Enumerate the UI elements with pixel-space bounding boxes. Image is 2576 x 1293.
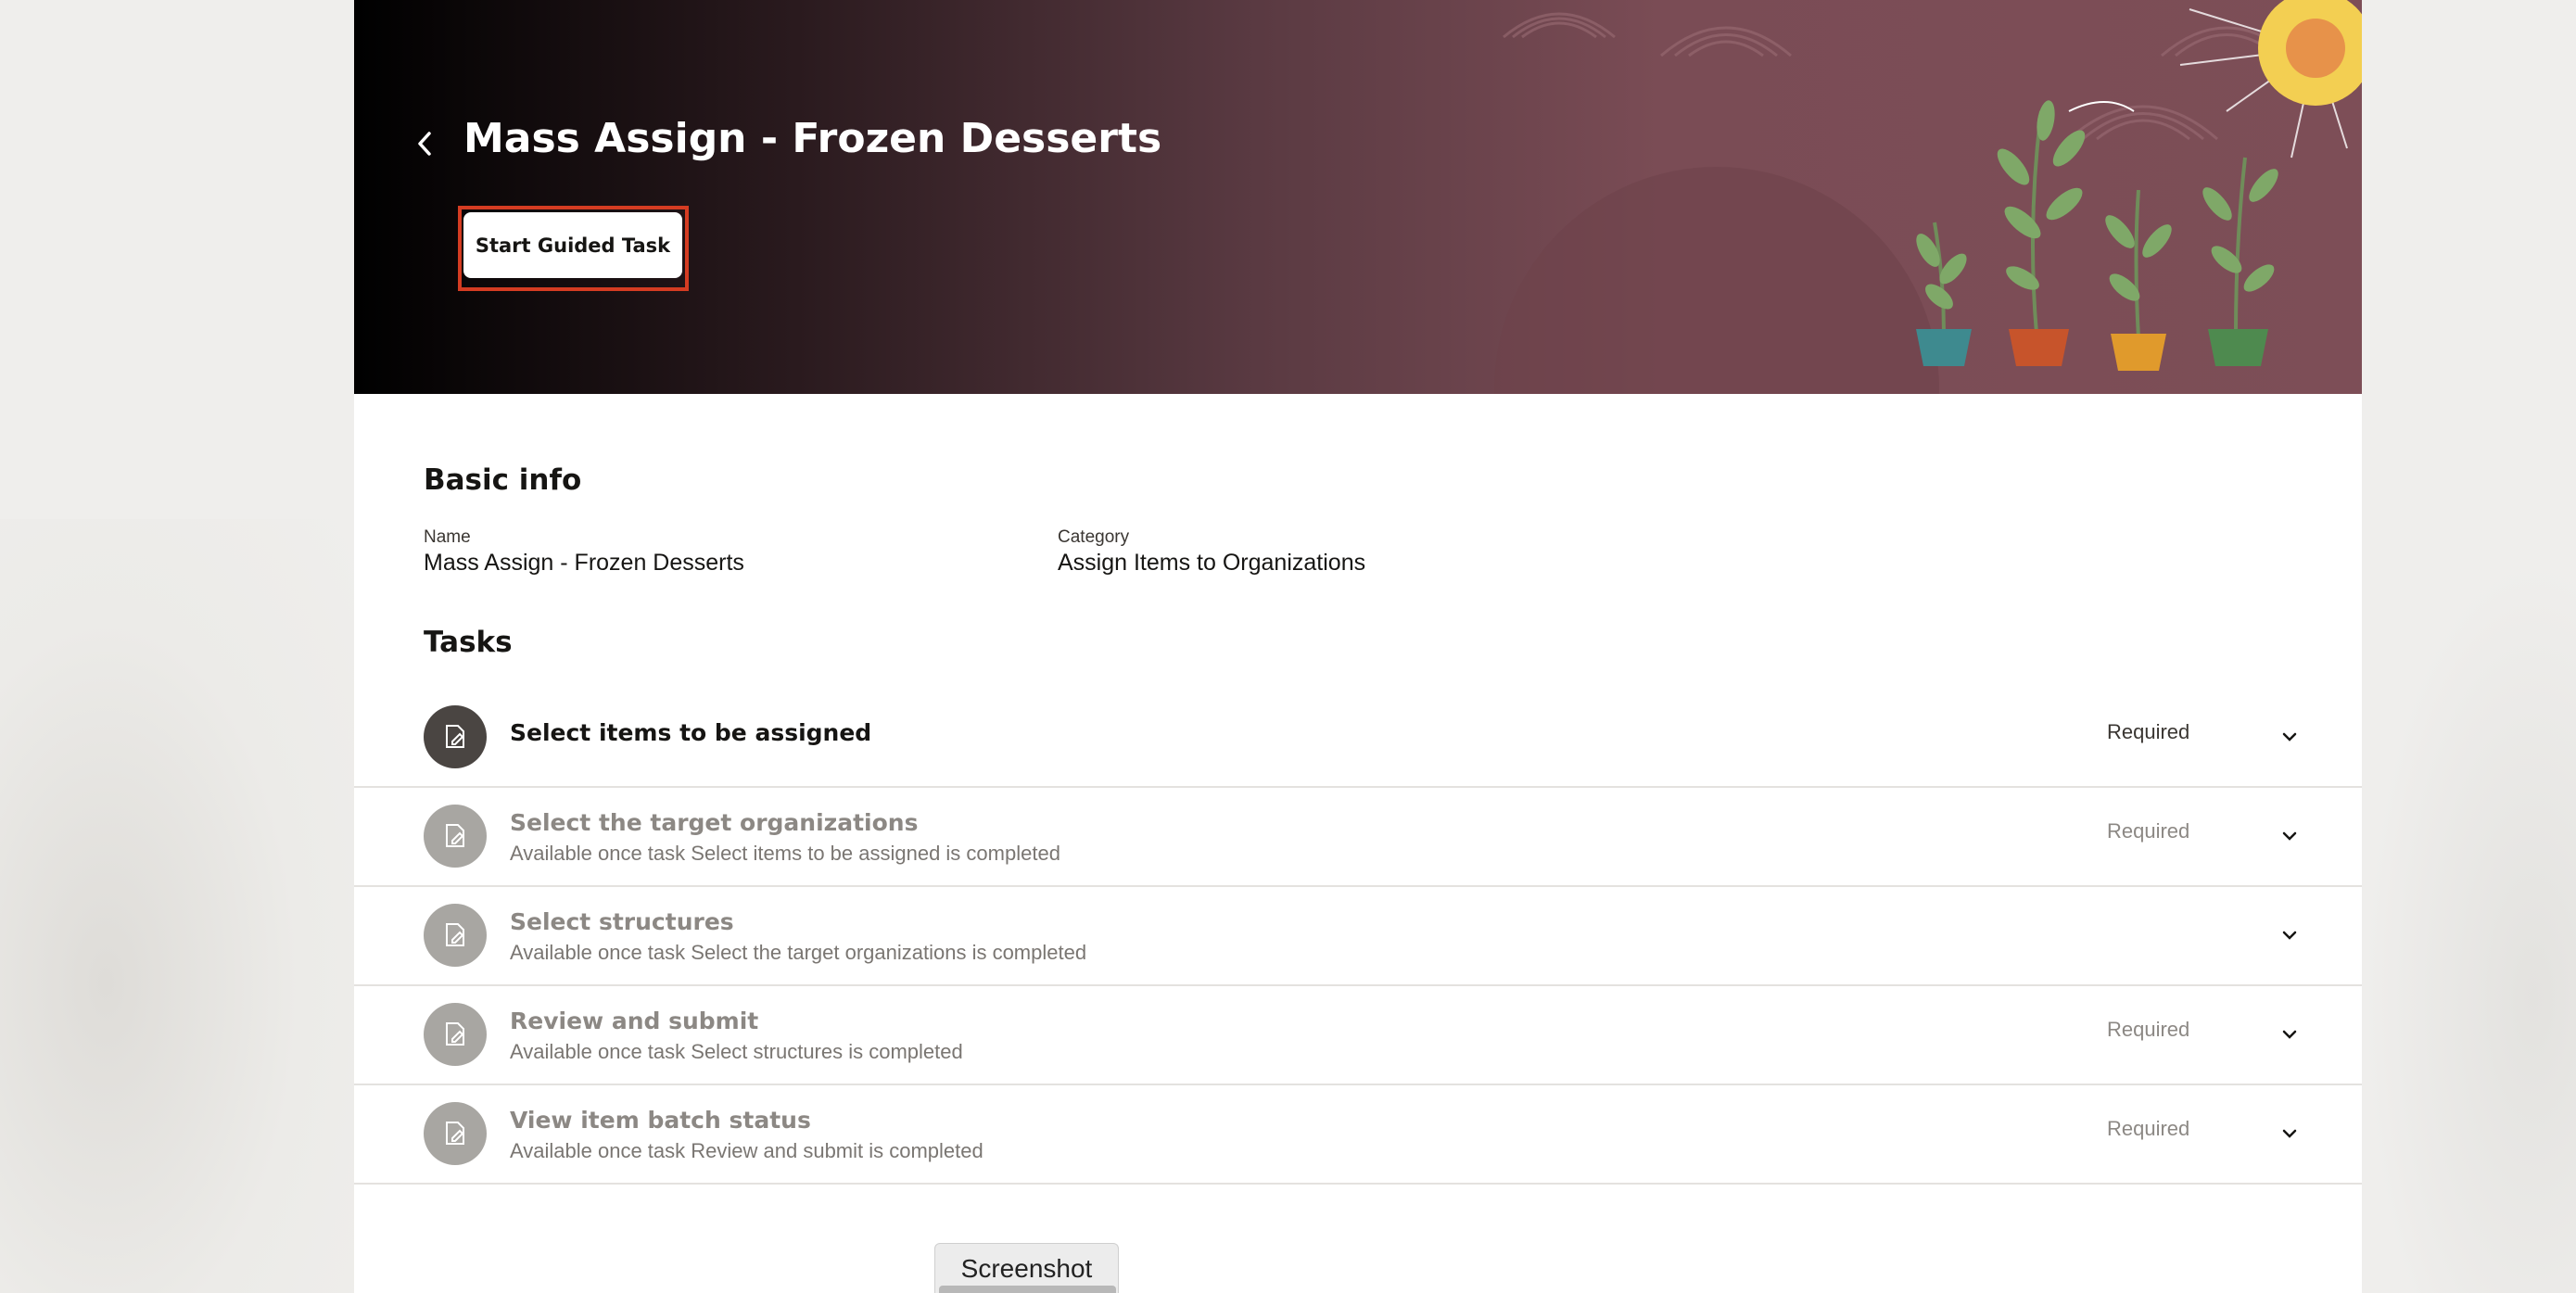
task-title: Select structures — [510, 908, 734, 935]
task-icon — [424, 904, 487, 967]
task-title: Review and submit — [510, 1008, 759, 1034]
expand-button[interactable] — [2273, 1018, 2306, 1051]
edit-document-icon — [446, 1022, 464, 1046]
name-value: Mass Assign - Frozen Desserts — [424, 550, 744, 576]
task-subtitle: Available once task Select items to be a… — [510, 842, 1060, 865]
screenshot-tab[interactable]: Screenshot — [934, 1243, 1119, 1293]
expand-button[interactable] — [2273, 919, 2306, 952]
task-status: Required — [2107, 720, 2190, 743]
task-icon — [424, 805, 487, 868]
background-pattern-left — [0, 519, 354, 1293]
edit-document-icon — [446, 824, 464, 847]
chevron-down-icon — [2282, 1030, 2297, 1039]
task-row[interactable]: Review and submit Available once task Se… — [354, 986, 2362, 1085]
task-subtitle: Available once task Select structures is… — [510, 1040, 963, 1063]
expand-button[interactable] — [2273, 720, 2306, 754]
task-row[interactable]: Select the target organizations Availabl… — [354, 788, 2362, 887]
task-title: Select the target organizations — [510, 809, 919, 836]
task-status: Required — [2107, 1117, 2190, 1140]
task-status: Required — [2107, 1018, 2190, 1041]
plants-illustration — [1494, 0, 2362, 394]
task-subtitle: Available once task Select the target or… — [510, 941, 1087, 964]
task-row[interactable]: View item batch status Available once ta… — [354, 1085, 2362, 1185]
task-row[interactable]: Select structures Available once task Se… — [354, 887, 2362, 986]
chevron-down-icon — [2282, 732, 2297, 742]
page-title: Mass Assign - Frozen Desserts — [463, 115, 1162, 162]
hero-banner: Mass Assign - Frozen Desserts Start Guid… — [354, 0, 2362, 394]
guided-task-page: Mass Assign - Frozen Desserts Start Guid… — [354, 0, 2362, 1293]
task-row[interactable]: Select items to be assigned Required — [354, 689, 2362, 788]
chevron-down-icon — [2282, 831, 2297, 841]
task-subtitle: Available once task Review and submit is… — [510, 1139, 983, 1162]
task-icon — [424, 1003, 487, 1066]
name-label: Name — [424, 527, 471, 547]
category-value: Assign Items to Organizations — [1058, 550, 1366, 576]
task-icon — [424, 705, 487, 768]
edit-document-icon — [446, 923, 464, 946]
task-title: View item batch status — [510, 1107, 811, 1134]
expand-button[interactable] — [2273, 1117, 2306, 1150]
basic-info-heading: Basic info — [424, 463, 582, 497]
task-title[interactable]: Select items to be assigned — [510, 719, 871, 746]
chevron-down-icon — [2282, 1129, 2297, 1138]
chevron-down-icon — [2282, 931, 2297, 940]
start-guided-task-button[interactable]: Start Guided Task — [463, 212, 682, 278]
edit-document-icon — [446, 1122, 464, 1145]
chevron-left-icon — [418, 132, 431, 156]
edit-document-icon — [446, 725, 464, 748]
back-button[interactable] — [408, 123, 441, 164]
expand-button[interactable] — [2273, 819, 2306, 853]
tasks-heading: Tasks — [424, 626, 513, 659]
category-label: Category — [1058, 527, 1130, 547]
task-status: Required — [2107, 819, 2190, 843]
background-pattern-right — [2363, 556, 2576, 1293]
task-icon — [424, 1102, 487, 1165]
